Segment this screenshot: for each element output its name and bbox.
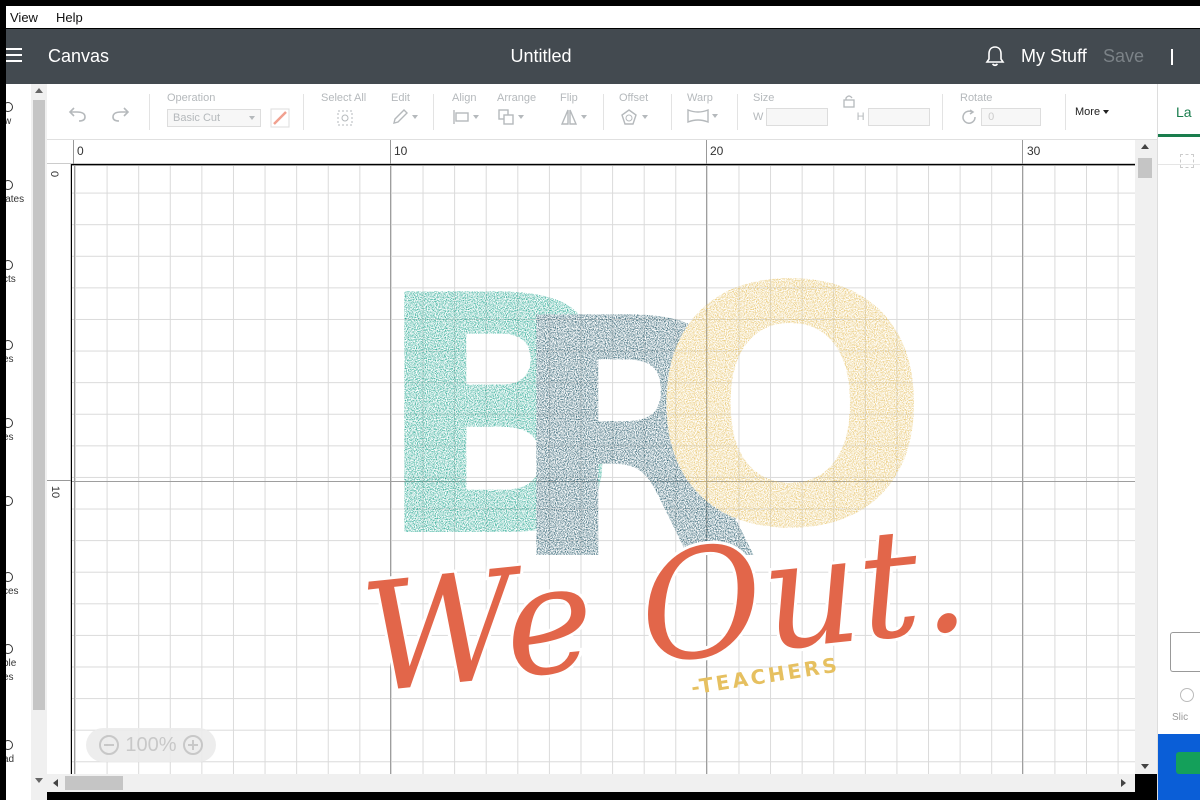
phrases-icon xyxy=(6,572,13,582)
more-button[interactable]: More xyxy=(1075,106,1110,118)
sidebar-item-new[interactable]: w xyxy=(6,102,31,127)
make-it-chip-icon xyxy=(1176,752,1200,774)
group-icon[interactable] xyxy=(1180,154,1194,168)
canvas-vertical-scrollbar[interactable] xyxy=(1135,140,1157,774)
text-icon xyxy=(6,496,13,506)
images-icon xyxy=(6,340,13,350)
warp-icon[interactable] xyxy=(687,108,709,124)
scroll-right-arrow-icon[interactable] xyxy=(1121,779,1126,787)
app-window: View Help Canvas Untitled My Stuff Save … xyxy=(0,0,1200,800)
menu-bar: View Help xyxy=(6,6,1200,28)
operation-group: Operation Basic Cut xyxy=(167,92,290,128)
width-input[interactable] xyxy=(766,108,829,126)
more-caret-icon xyxy=(1103,110,1110,115)
lock-icon[interactable] xyxy=(842,94,856,108)
scroll-down-arrow-icon[interactable] xyxy=(35,778,43,783)
slice-label: Slic xyxy=(1172,712,1189,723)
canvas-horizontal-scrollbar[interactable] xyxy=(47,774,1135,792)
pencil-icon[interactable] xyxy=(391,108,409,126)
offset-icon[interactable] xyxy=(619,108,639,126)
sidebar-item-projects[interactable]: cts xyxy=(6,260,31,285)
operation-select[interactable]: Basic Cut xyxy=(167,109,261,127)
app-header: Canvas Untitled My Stuff Save xyxy=(6,29,1200,84)
arrange-group: Arrange xyxy=(497,92,536,126)
flip-group: Flip xyxy=(560,92,587,126)
sidebar-item-text[interactable]: t xyxy=(6,496,31,506)
align-icon[interactable] xyxy=(452,108,470,126)
layers-panel: La Slic xyxy=(1157,84,1200,800)
flip-icon[interactable] xyxy=(560,108,578,126)
zoom-control: 100% xyxy=(86,728,216,762)
rotate-group: Rotate 0 xyxy=(960,92,1042,126)
active-tab-indicator xyxy=(1158,134,1200,137)
sidebar-item-templates[interactable]: lates xyxy=(6,180,31,205)
vertical-ruler: 0 10 xyxy=(47,164,71,774)
menu-help[interactable]: Help xyxy=(56,10,83,25)
select-all-icon[interactable] xyxy=(335,108,355,128)
select-all-group: Select All xyxy=(321,92,366,128)
menu-view[interactable]: View xyxy=(10,10,38,25)
warp-group: Warp xyxy=(687,92,718,124)
arrange-icon[interactable] xyxy=(497,108,515,126)
projects-icon xyxy=(6,260,13,270)
scroll-up-arrow-icon[interactable] xyxy=(35,88,43,93)
bro-we-out-design[interactable]: B R O We Out. -TEACHERS xyxy=(72,165,1135,774)
scrollbar-thumb[interactable] xyxy=(65,776,123,790)
sidebar-item-upload[interactable]: ad xyxy=(6,740,31,765)
left-sidebar: w lates cts es es t ces blees ad xyxy=(6,84,31,800)
scroll-down-arrow-icon[interactable] xyxy=(1141,764,1149,769)
zoom-level: 100% xyxy=(125,733,177,756)
sidebar-item-images[interactable]: es xyxy=(6,340,31,365)
layer-preview-box[interactable] xyxy=(1170,632,1200,672)
left-sidebar-scrollbar[interactable] xyxy=(31,84,47,800)
document-title[interactable]: Untitled xyxy=(6,46,1076,67)
height-input[interactable] xyxy=(867,108,930,126)
make-it-button[interactable] xyxy=(1158,734,1200,800)
undo-icon[interactable] xyxy=(67,106,89,122)
design-canvas[interactable]: B R O We Out. -TEACHERS xyxy=(72,165,1135,774)
header-divider xyxy=(1171,49,1173,65)
scroll-left-arrow-icon[interactable] xyxy=(53,779,58,787)
bell-icon[interactable] xyxy=(984,45,1006,67)
my-stuff-link[interactable]: My Stuff xyxy=(1021,46,1087,67)
edit-group: Edit xyxy=(391,92,418,126)
edit-dropdown-caret-icon[interactable] xyxy=(412,115,418,119)
scrollbar-thumb[interactable] xyxy=(1138,158,1152,178)
rotate-icon[interactable] xyxy=(960,108,978,126)
new-icon xyxy=(6,102,13,112)
scroll-up-arrow-icon[interactable] xyxy=(1141,144,1149,149)
redo-icon[interactable] xyxy=(109,106,131,122)
scrollbar-thumb[interactable] xyxy=(33,100,45,710)
offset-group: Offset xyxy=(619,92,648,126)
edit-toolbar: Operation Basic Cut Select All Edit Alig… xyxy=(47,84,1157,140)
sidebar-item-editable-images[interactable]: blees xyxy=(6,644,31,683)
color-swatch-icon[interactable] xyxy=(270,108,290,128)
sidebar-item-shapes[interactable]: es xyxy=(6,418,31,443)
rotate-input[interactable]: 0 xyxy=(981,108,1042,126)
slice-icon[interactable] xyxy=(1180,688,1194,702)
editable-images-icon xyxy=(6,644,13,654)
align-group: Align xyxy=(452,92,479,126)
zoom-out-icon[interactable] xyxy=(99,735,120,755)
sidebar-item-phrases[interactable]: ces xyxy=(6,572,31,597)
save-button[interactable]: Save xyxy=(1103,46,1144,67)
zoom-in-icon[interactable] xyxy=(182,735,203,755)
tab-layers[interactable]: La xyxy=(1176,104,1192,120)
upload-icon xyxy=(6,740,13,750)
shapes-icon xyxy=(6,418,13,428)
horizontal-ruler: 0 10 20 30 xyxy=(47,140,1135,164)
templates-icon xyxy=(6,180,13,190)
